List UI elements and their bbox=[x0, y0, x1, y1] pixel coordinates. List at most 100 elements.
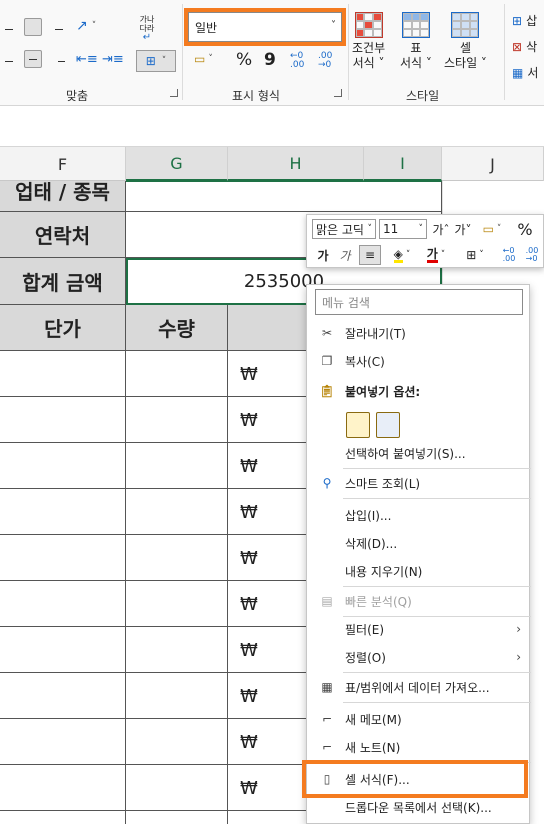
table-row-qty-cell[interactable] bbox=[126, 627, 228, 673]
increase-indent-icon[interactable]: ⇥≡ bbox=[102, 52, 124, 67]
insert-cells-button[interactable]: ⊞ 삽 bbox=[512, 12, 537, 29]
align-top-icon[interactable] bbox=[0, 20, 18, 38]
paste-values-icon[interactable] bbox=[376, 412, 400, 438]
menu-item-sort[interactable]: 정렬(O) › bbox=[307, 643, 531, 671]
menu-item-new-comment[interactable]: ⌐ 새 메모(M) bbox=[307, 705, 531, 733]
font-name-dropdown[interactable]: 맑은 고딕 ˅ bbox=[312, 219, 376, 239]
label-cell-business-type[interactable]: 업태 / 종목 bbox=[0, 181, 126, 212]
menu-item-label: 스마트 조회(L) bbox=[345, 476, 421, 491]
column-header-g[interactable]: G bbox=[126, 147, 228, 181]
menu-item-smart-lookup[interactable]: ⚲ 스마트 조회(L) bbox=[307, 469, 531, 497]
alignment-launcher-icon[interactable] bbox=[170, 89, 178, 97]
delete-cells-button[interactable]: ⊠ 삭 bbox=[512, 38, 537, 55]
table-row-price-cell[interactable] bbox=[0, 535, 126, 581]
menu-item-delete[interactable]: 삭제(D)... bbox=[307, 529, 531, 557]
table-row-qty-cell[interactable] bbox=[126, 489, 228, 535]
label-cell-total[interactable]: 합계 금액 bbox=[0, 258, 126, 305]
number-format-value: 일반 bbox=[195, 20, 218, 35]
table-row-price-cell[interactable] bbox=[0, 351, 126, 397]
align-center-icon[interactable] bbox=[24, 50, 42, 68]
menu-item-get-data[interactable]: ▦ 표/범위에서 데이터 가져오... bbox=[307, 673, 531, 701]
table-row-price-cell[interactable] bbox=[0, 443, 126, 489]
increase-decimal-button[interactable]: ←0.00 bbox=[290, 52, 304, 70]
shrink-font-button[interactable]: 가˅ bbox=[453, 219, 473, 239]
menu-item-copy[interactable]: ❐ 복사(C) bbox=[307, 347, 531, 375]
column-header-j[interactable]: J bbox=[442, 147, 544, 181]
table-row-qty-cell[interactable] bbox=[126, 397, 228, 443]
increase-decimal-button[interactable]: ←0.00 bbox=[499, 245, 519, 265]
table-row-qty-cell[interactable] bbox=[126, 351, 228, 397]
accounting-format-icon[interactable]: ▭ ˅ bbox=[477, 219, 507, 239]
menu-item-clear-contents[interactable]: 내용 지우기(N) bbox=[307, 557, 531, 585]
table-row-price-cell[interactable] bbox=[0, 673, 126, 719]
number-launcher-icon[interactable] bbox=[334, 89, 342, 97]
header-cell-unit-price[interactable]: 단가 bbox=[0, 305, 126, 351]
table-row-price-cell[interactable] bbox=[0, 765, 126, 811]
align-middle-icon[interactable] bbox=[24, 18, 42, 36]
menu-item-label: 잘라내기(T) bbox=[345, 326, 406, 341]
format-as-table-button[interactable]: 표 서식 ˅ bbox=[400, 12, 432, 71]
header-cell-qty[interactable]: 수량 bbox=[126, 305, 228, 351]
wrap-arrow-icon: ↵ bbox=[142, 31, 152, 43]
percent-style-button[interactable]: % bbox=[513, 219, 537, 239]
column-header-i[interactable]: I bbox=[364, 147, 442, 181]
table-row-price-cell[interactable] bbox=[0, 397, 126, 443]
paste-icon[interactable] bbox=[346, 412, 370, 438]
menu-item-filter[interactable]: 필터(E) › bbox=[307, 615, 531, 643]
comma-style-button[interactable]: 9 bbox=[264, 50, 276, 70]
orientation-icon[interactable]: ↗ ˅ bbox=[76, 18, 96, 34]
chevron-right-icon: › bbox=[516, 650, 521, 664]
bold-button[interactable]: 가 bbox=[315, 245, 331, 265]
wrap-text-button[interactable]: 가나 다라 ↵ bbox=[136, 14, 158, 43]
font-color-button[interactable]: 가 ˅ bbox=[421, 245, 451, 265]
merge-center-button[interactable]: ⊞ ˅ bbox=[136, 50, 176, 72]
menu-item-paste-special[interactable]: 선택하여 붙여넣기(S)... bbox=[307, 439, 531, 467]
table-row-price-cell[interactable] bbox=[0, 719, 126, 765]
menu-search-input[interactable]: 메뉴 검색 bbox=[315, 289, 523, 315]
center-align-button[interactable]: ≡ bbox=[359, 245, 381, 265]
group-divider bbox=[504, 4, 505, 100]
table-row-qty-cell[interactable] bbox=[126, 719, 228, 765]
decrease-decimal-button[interactable]: .00 →0 bbox=[521, 245, 543, 265]
fill-color-button[interactable]: ◈ ˅ bbox=[387, 245, 417, 265]
align-bottom-icon[interactable] bbox=[50, 22, 68, 40]
borders-button[interactable]: ⊞ ˅ bbox=[461, 245, 489, 265]
note-icon: ⌐ bbox=[321, 740, 333, 754]
table-row-price-cell[interactable] bbox=[0, 627, 126, 673]
font-size-dropdown[interactable]: 11 ˅ bbox=[379, 219, 427, 239]
accounting-format-icon[interactable]: ▭ ˅ bbox=[194, 52, 213, 66]
menu-item-quick-analysis[interactable]: ▤ 빠른 분석(Q) bbox=[307, 587, 531, 615]
italic-button[interactable]: 가 bbox=[337, 245, 353, 265]
percent-style-button[interactable]: % bbox=[236, 50, 252, 70]
won-symbol: ₩ bbox=[240, 640, 258, 661]
table-row-price-cell[interactable] bbox=[0, 489, 126, 535]
table-row-qty-cell[interactable] bbox=[126, 443, 228, 489]
label-business-type: 업태 / 종목 bbox=[15, 181, 110, 204]
table-row-qty-cell[interactable] bbox=[126, 535, 228, 581]
menu-item-label: 삽입(I)... bbox=[345, 508, 392, 523]
menu-item-insert[interactable]: 삽입(I)... bbox=[307, 501, 531, 529]
value-cell-business-type[interactable] bbox=[126, 181, 442, 212]
grow-font-button[interactable]: 가ˆ bbox=[431, 219, 451, 239]
label-cell-contact[interactable]: 연락처 bbox=[0, 212, 126, 258]
conditional-format-button[interactable]: 조건부 서식 ˅ bbox=[352, 12, 385, 71]
table-row-price-cell[interactable] bbox=[0, 581, 126, 627]
table-row-qty-cell[interactable] bbox=[126, 673, 228, 719]
number-format-dropdown[interactable]: 일반 ˅ bbox=[184, 8, 346, 46]
align-left-icon[interactable] bbox=[0, 52, 18, 70]
format-cells-ribbon-button[interactable]: ▦ 서 bbox=[512, 64, 538, 81]
cell-styles-button[interactable]: 셀 스타일 ˅ bbox=[444, 12, 487, 71]
menu-item-cut[interactable]: ✂ 잘라내기(T) bbox=[307, 319, 531, 347]
table-row-price-cell[interactable] bbox=[0, 811, 126, 824]
menu-item-new-note[interactable]: ⌐ 새 노트(N) bbox=[307, 733, 531, 761]
column-header-f[interactable]: F bbox=[0, 147, 126, 181]
decrease-indent-icon[interactable]: ⇤≡ bbox=[76, 52, 98, 67]
menu-item-label: 정렬(O) bbox=[345, 650, 386, 665]
menu-item-label: 표/범위에서 데이터 가져오... bbox=[345, 680, 490, 695]
column-header-h[interactable]: H bbox=[228, 147, 364, 181]
table-row-qty-cell[interactable] bbox=[126, 765, 228, 811]
table-row-qty-cell[interactable] bbox=[126, 811, 228, 824]
align-right-icon[interactable] bbox=[50, 52, 68, 70]
table-row-qty-cell[interactable] bbox=[126, 581, 228, 627]
decrease-decimal-button[interactable]: .00 →0 bbox=[318, 52, 332, 70]
